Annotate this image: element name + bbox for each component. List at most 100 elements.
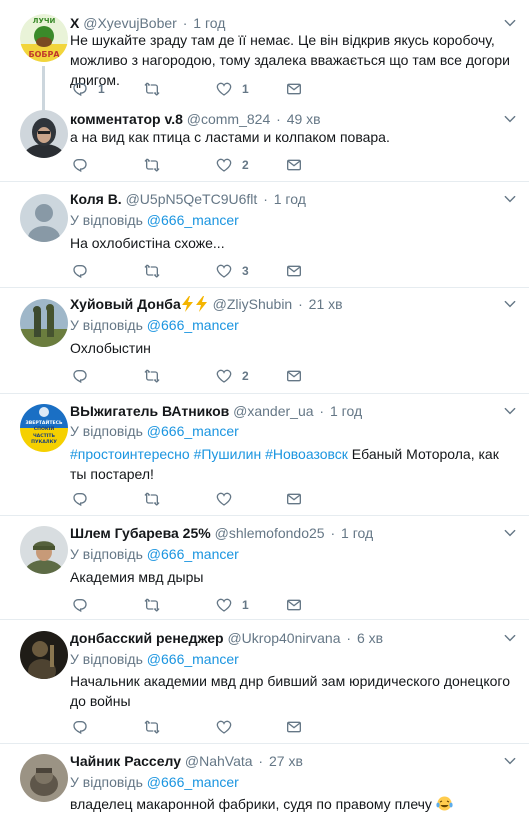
- mention-link[interactable]: @666_mancer: [147, 212, 239, 228]
- retweet-icon: [144, 157, 160, 173]
- direct-message-button[interactable]: [286, 367, 302, 385]
- timestamp[interactable]: 1 год: [274, 191, 306, 207]
- user-handle[interactable]: @XyevujBober: [83, 15, 177, 31]
- user-handle[interactable]: @shlemofondo25: [215, 525, 325, 541]
- avatar[interactable]: [20, 299, 68, 347]
- separator-dot: ·: [346, 630, 352, 646]
- reply-button[interactable]: [72, 596, 98, 614]
- like-button[interactable]: 2: [216, 156, 249, 174]
- avatar[interactable]: [20, 631, 68, 679]
- reply-button[interactable]: 1: [72, 80, 105, 98]
- more-options-icon[interactable]: [503, 631, 517, 645]
- more-options-icon[interactable]: [503, 112, 517, 126]
- mention-link[interactable]: @666_mancer: [147, 317, 239, 333]
- direct-message-button[interactable]: [286, 490, 302, 508]
- display-name[interactable]: Коля В.: [70, 191, 122, 207]
- tweet-1[interactable]: ЛУЧИ БОБРА X @XyevujBober · 1 год Не шук…: [0, 14, 529, 112]
- reply-icon: [72, 81, 88, 97]
- reply-prefix: У відповідь: [70, 317, 143, 333]
- avatar[interactable]: [20, 526, 68, 574]
- tweet-7[interactable]: донбасский ренеджер @Ukrop40nirvana · 6 …: [0, 629, 529, 739]
- tweet-4[interactable]: Хуйовый Донба @ZliyShubin · 21 хв У відп…: [0, 295, 529, 395]
- envelope-icon: [286, 368, 302, 384]
- like-button[interactable]: 1: [216, 596, 249, 614]
- display-name[interactable]: Шлем Губарева 25%: [70, 525, 211, 541]
- direct-message-button[interactable]: [286, 156, 302, 174]
- more-options-icon[interactable]: [503, 192, 517, 206]
- direct-message-button[interactable]: [286, 80, 302, 98]
- tweet-text: На охлобистіна схоже...: [70, 235, 225, 251]
- hashtag-link[interactable]: #Новоазовск: [265, 446, 348, 462]
- more-options-icon[interactable]: [503, 404, 517, 418]
- direct-message-button[interactable]: [286, 596, 302, 614]
- tweet-text: владелец макаронной фабрики, судя по пра…: [70, 794, 515, 814]
- like-button[interactable]: 2: [216, 367, 249, 385]
- like-icon: [216, 597, 232, 613]
- retweet-icon: [144, 597, 160, 613]
- tweet-2[interactable]: комментатор v.8 @comm_824 · 49 хв а на в…: [0, 110, 529, 180]
- avatar[interactable]: [20, 754, 68, 802]
- user-handle[interactable]: @ZliyShubin: [213, 296, 293, 312]
- mention-link[interactable]: @666_mancer: [147, 546, 239, 562]
- hashtag-link[interactable]: #Пушилин: [194, 446, 262, 462]
- display-name[interactable]: ВЫжигатель ВАтников: [70, 403, 229, 419]
- tweet-8[interactable]: Чайник Расселу @NahVata · 27 хв У відпов…: [0, 752, 529, 817]
- more-options-icon[interactable]: [503, 526, 517, 540]
- mention-link[interactable]: @666_mancer: [147, 651, 239, 667]
- avatar[interactable]: ЗВЕРТАЙТЕСЬ СПОКІЙ ЧАСТІТЬ ПУКАЛКУ: [20, 404, 68, 452]
- display-name[interactable]: Чайник Расселу: [70, 753, 181, 769]
- timestamp[interactable]: 49 хв: [287, 111, 321, 127]
- timestamp[interactable]: 1 год: [341, 525, 373, 541]
- retweet-button[interactable]: [144, 596, 170, 614]
- retweet-button[interactable]: [144, 367, 170, 385]
- like-button[interactable]: [216, 718, 242, 736]
- user-handle[interactable]: @NahVata: [185, 753, 253, 769]
- more-options-icon[interactable]: [503, 16, 517, 30]
- reply-button[interactable]: [72, 262, 98, 280]
- reply-button[interactable]: [72, 490, 98, 508]
- like-button[interactable]: 1: [216, 80, 249, 98]
- user-handle[interactable]: @xander_ua: [233, 403, 313, 419]
- like-button[interactable]: 3: [216, 262, 249, 280]
- direct-message-button[interactable]: [286, 262, 302, 280]
- display-name[interactable]: комментатор v.8: [70, 111, 183, 127]
- direct-message-button[interactable]: [286, 718, 302, 736]
- tweet-header: донбасский ренеджер @Ukrop40nirvana · 6 …: [70, 629, 499, 648]
- more-options-icon[interactable]: [503, 297, 517, 311]
- retweet-button[interactable]: [144, 156, 170, 174]
- user-handle[interactable]: @Ukrop40nirvana: [227, 630, 340, 646]
- separator-dot: ·: [182, 15, 188, 31]
- avatar-text-bottom: БОБРА: [28, 50, 60, 59]
- tweet-3[interactable]: Коля В. @U5pN5QeTC9U6flt · 1 год У відпо…: [0, 190, 529, 290]
- display-name[interactable]: X: [70, 15, 79, 31]
- hashtag-link[interactable]: #простоинтересно: [70, 446, 190, 462]
- tweet-5[interactable]: ЗВЕРТАЙТЕСЬ СПОКІЙ ЧАСТІТЬ ПУКАЛКУ ВЫжиг…: [0, 402, 529, 514]
- like-count: 3: [242, 264, 249, 278]
- display-name[interactable]: Хуйовый Донба: [70, 296, 181, 312]
- retweet-button[interactable]: [144, 80, 170, 98]
- more-options-icon[interactable]: [503, 754, 517, 768]
- timestamp[interactable]: 21 хв: [309, 296, 343, 312]
- avatar[interactable]: ЛУЧИ БОБРА: [20, 14, 68, 62]
- timestamp[interactable]: 6 хв: [357, 630, 383, 646]
- mention-link[interactable]: @666_mancer: [147, 774, 239, 790]
- avatar[interactable]: [20, 110, 68, 158]
- user-handle[interactable]: @U5pN5QeTC9U6flt: [126, 191, 258, 207]
- tweet-6[interactable]: Шлем Губарева 25% @shlemofondo25 · 1 год…: [0, 524, 529, 624]
- timestamp[interactable]: 1 год: [330, 403, 362, 419]
- timestamp[interactable]: 1 год: [193, 15, 225, 31]
- reply-button[interactable]: [72, 156, 98, 174]
- separator-dot: ·: [298, 296, 303, 312]
- display-name[interactable]: донбасский ренеджер: [70, 630, 224, 646]
- mention-link[interactable]: @666_mancer: [147, 423, 239, 439]
- timestamp[interactable]: 27 хв: [269, 753, 303, 769]
- reply-button[interactable]: [72, 367, 98, 385]
- retweet-button[interactable]: [144, 490, 170, 508]
- reply-button[interactable]: [72, 718, 98, 736]
- user-handle[interactable]: @comm_824: [187, 111, 270, 127]
- retweet-button[interactable]: [144, 262, 170, 280]
- like-button[interactable]: [216, 490, 242, 508]
- retweet-button[interactable]: [144, 718, 170, 736]
- avatar[interactable]: [20, 194, 68, 242]
- reply-icon: [72, 263, 88, 279]
